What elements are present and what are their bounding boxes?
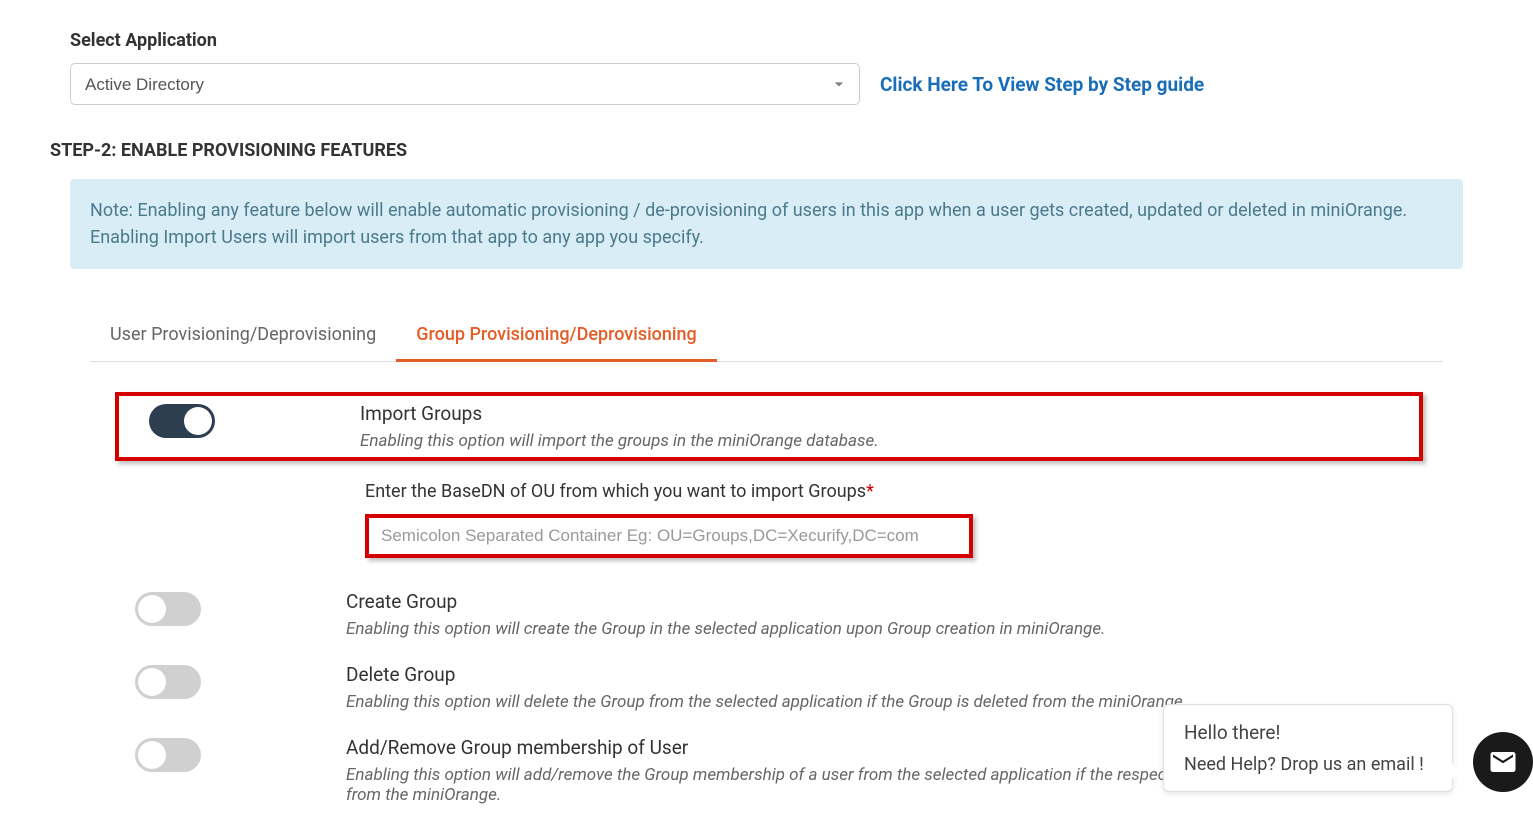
chat-help-bubble[interactable]: Hello there! Need Help? Drop us an email… xyxy=(1163,704,1453,792)
step2-heading: STEP-2: ENABLE PROVISIONING FEATURES xyxy=(50,140,1483,161)
basedn-label: Enter the BaseDN of OU from which you wa… xyxy=(365,481,1423,502)
add-remove-membership-toggle[interactable] xyxy=(135,738,201,772)
chat-hello-text: Hello there! xyxy=(1184,721,1432,744)
import-groups-highlight: Import Groups Enabling this option will … xyxy=(115,392,1423,461)
tab-group-provisioning[interactable]: Group Provisioning/Deprovisioning xyxy=(396,310,717,362)
delete-group-title: Delete Group xyxy=(346,663,1423,686)
select-application-label: Select Application xyxy=(70,30,1483,51)
tabs: User Provisioning/Deprovisioning Group P… xyxy=(90,309,1443,362)
tab-user-provisioning[interactable]: User Provisioning/Deprovisioning xyxy=(90,310,396,362)
provisioning-note: Note: Enabling any feature below will en… xyxy=(70,179,1463,269)
create-group-desc: Enabling this option will create the Gro… xyxy=(346,619,1423,639)
delete-group-toggle[interactable] xyxy=(135,665,201,699)
basedn-input[interactable] xyxy=(365,514,973,558)
import-groups-title: Import Groups xyxy=(360,402,1409,425)
application-select[interactable]: Active Directory xyxy=(70,63,860,105)
chat-icon[interactable] xyxy=(1473,732,1533,792)
import-groups-desc: Enabling this option will import the gro… xyxy=(360,431,1409,451)
create-group-toggle[interactable] xyxy=(135,592,201,626)
chat-need-text: Need Help? Drop us an email ! xyxy=(1184,754,1432,775)
import-groups-toggle[interactable] xyxy=(149,404,215,438)
create-group-title: Create Group xyxy=(346,590,1423,613)
step-by-step-guide-link[interactable]: Click Here To View Step by Step guide xyxy=(880,73,1204,96)
